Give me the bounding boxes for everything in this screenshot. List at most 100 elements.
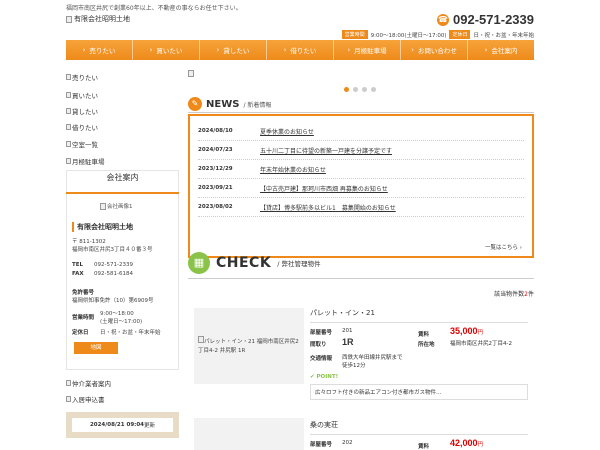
company-fax: 092-581-6184 <box>94 271 133 277</box>
nav-label: 月極駐車場 <box>354 47 387 55</box>
news-subtitle: / 新着情報 <box>243 101 272 109</box>
point-icon: ✔ <box>310 374 315 380</box>
news-item: 2024/08/10 夏季休業のお知らせ <box>198 122 524 141</box>
slider-dot[interactable] <box>353 87 358 92</box>
company-hours-label: 営業時間 <box>72 315 95 321</box>
rent-unit: 円 <box>477 330 484 336</box>
sidebar-link-label: 月極駐車場 <box>72 158 105 166</box>
news-subtitle-text: 新着情報 <box>247 101 272 109</box>
update-date: 2024/08/21 09:04 <box>89 422 145 428</box>
sidebar-link-buy[interactable]: 買いたい <box>66 90 98 100</box>
nav-label: 売りたい <box>89 47 116 55</box>
company-closed-label: 定休日 <box>72 330 89 336</box>
broken-image-icon <box>100 202 106 210</box>
news-link[interactable]: 五十川二丁目に待望の新築一戸建を分譲予定です <box>260 146 392 155</box>
news-title: NEWS <box>206 98 240 110</box>
check-title: CHECK <box>216 255 272 271</box>
closed-tag: 定休日 <box>449 30 471 39</box>
nav-item-buy[interactable]: › 買いたい <box>133 40 200 60</box>
property-info: パレット・イン・21 <box>310 308 528 323</box>
sidebar-link-application[interactable]: 入居申込書 <box>66 394 105 404</box>
global-nav: › 売りたい › 買いたい › 貸したい › 借りたい › 月極駐車場 › お問い合わせ ›… <box>66 40 534 60</box>
broken-image-icon <box>66 396 71 402</box>
chevron-right-icon: › <box>82 46 86 54</box>
hours-text: 9:00～18:00(土曜日～17:00) <box>370 32 447 39</box>
news-date: 2024/08/10 <box>198 128 233 134</box>
sidebar-link-parking[interactable]: 月極駐車場 <box>66 156 105 166</box>
site-logo[interactable]: 有限会社昭明土地 <box>66 14 130 24</box>
property-image[interactable]: パレット・イン・21 福岡市南区井尻2丁目4-2 井尻駅 1R <box>194 308 304 384</box>
sidebar-link-label: 空室一覧 <box>72 141 98 149</box>
chevron-right-icon: › <box>283 46 287 54</box>
chevron-right-icon: › <box>216 46 220 54</box>
sidebar-link-agents[interactable]: 仲介業者案内 <box>66 378 111 388</box>
address-label: 所在地 <box>418 342 435 348</box>
rent-value: 35,000円 <box>450 326 483 336</box>
news-item: 2023/08/02 【貸店】博多駅前多以ビル1 募集開始のお知らせ <box>198 198 524 217</box>
check-subtitle-text: 弊社管理物件 <box>281 260 321 268</box>
broken-image-icon <box>66 92 71 98</box>
nav-item-sell[interactable]: › 売りたい <box>66 40 133 60</box>
license-label: 免許番号 <box>72 290 95 296</box>
chevron-right-icon: › <box>411 46 414 54</box>
nav-label: 会社案内 <box>491 47 518 55</box>
building-icon: ▦ <box>188 252 210 274</box>
address-value: 福岡市南区井尻2丁目4-2 <box>450 341 512 347</box>
property-name[interactable]: パレット・イン・21 <box>310 308 528 323</box>
room-value: 202 <box>342 440 353 446</box>
sidebar-link-lend[interactable]: 貸したい <box>66 106 98 116</box>
slider-dot[interactable] <box>344 87 349 92</box>
news-date: 2023/12/29 <box>198 166 233 172</box>
business-hours: 営業時間 9:00～18:00(土曜日～17:00) 定休日 日・祝・お盆・年末… <box>341 30 534 39</box>
slider-dots <box>344 87 376 92</box>
sidebar-link-vacancy[interactable]: 空室一覧 <box>66 139 98 149</box>
company-license: 福岡県知事免許（10）第6909号 <box>72 298 154 304</box>
layout-label: 間取り <box>310 342 327 348</box>
phone-contact[interactable]: ☎ 092-571-2339 <box>437 12 534 27</box>
news-item: 2023/12/29 年末年始休業のお知らせ <box>198 160 524 179</box>
news-link[interactable]: 【貸店】博多駅前多以ビル1 募集開始のお知らせ <box>260 203 396 212</box>
chevron-right-icon: › <box>149 46 153 54</box>
news-link[interactable]: 年末年始休業のお知らせ <box>260 165 326 174</box>
news-link[interactable]: 夏季休業のお知らせ <box>260 127 314 136</box>
sidebar-link-label: 仲介業者案内 <box>72 380 111 388</box>
company-info-box <box>66 170 179 370</box>
heading-underline <box>66 192 179 194</box>
sidebar-link-rent[interactable]: 借りたい <box>66 122 98 132</box>
property-card[interactable]: 桑の実荘 部屋番号 202 賃料 42,000円 <box>188 412 534 450</box>
nav-item-company[interactable]: › 会社案内 <box>468 40 534 60</box>
property-name[interactable]: 桑の実荘 <box>310 420 528 435</box>
sidebar-link-label: 入居申込書 <box>72 396 105 404</box>
slider-dot[interactable] <box>362 87 367 92</box>
company-image-alt: 会社画像1 <box>107 204 133 210</box>
count-prefix: 該当物件数 <box>494 291 525 298</box>
slider-dot[interactable] <box>371 87 376 92</box>
layout-value: 1R <box>342 337 354 347</box>
sidebar-link-sell[interactable]: 売りたい <box>66 72 98 82</box>
nav-label: 借りたい <box>290 47 317 55</box>
nav-item-rent[interactable]: › 借りたい <box>267 40 334 60</box>
company-tel[interactable]: 092-571-2339 <box>94 262 133 268</box>
company-closed: 日・祝・お盆・年末年始 <box>100 330 161 336</box>
map-button[interactable]: 地図 <box>74 342 118 354</box>
broken-image-icon <box>66 158 71 164</box>
rent-value: 42,000円 <box>450 438 483 448</box>
nav-item-parking[interactable]: › 月極駐車場 <box>334 40 401 60</box>
property-info: 桑の実荘 <box>310 420 528 435</box>
news-date: 2023/08/02 <box>198 204 233 210</box>
check-header: ▦ CHECK / 弊社管理物件 <box>188 250 534 276</box>
broken-image-icon <box>66 108 71 114</box>
update-date-box: 2024/08/21 09:04 更新 <box>66 412 179 438</box>
broken-image-icon <box>66 380 71 386</box>
news-link[interactable]: 【中古売戸建】那珂川市西畑 再募集のお知らせ <box>260 184 388 193</box>
property-image[interactable] <box>194 418 304 450</box>
sidebar-link-label: 貸したい <box>72 108 98 116</box>
nav-item-lend[interactable]: › 貸したい <box>200 40 267 60</box>
chevron-right-icon: › <box>347 46 351 54</box>
company-heading: 会社案内 <box>106 173 139 182</box>
nav-item-contact[interactable]: › お問い合わせ <box>401 40 468 60</box>
point-text: POINT! <box>316 374 339 380</box>
property-card[interactable]: パレット・イン・21 福岡市南区井尻2丁目4-2 井尻駅 1R パレット・イン・… <box>188 302 534 408</box>
news-date: 2024/07/23 <box>198 147 233 153</box>
room-value: 201 <box>342 328 353 334</box>
